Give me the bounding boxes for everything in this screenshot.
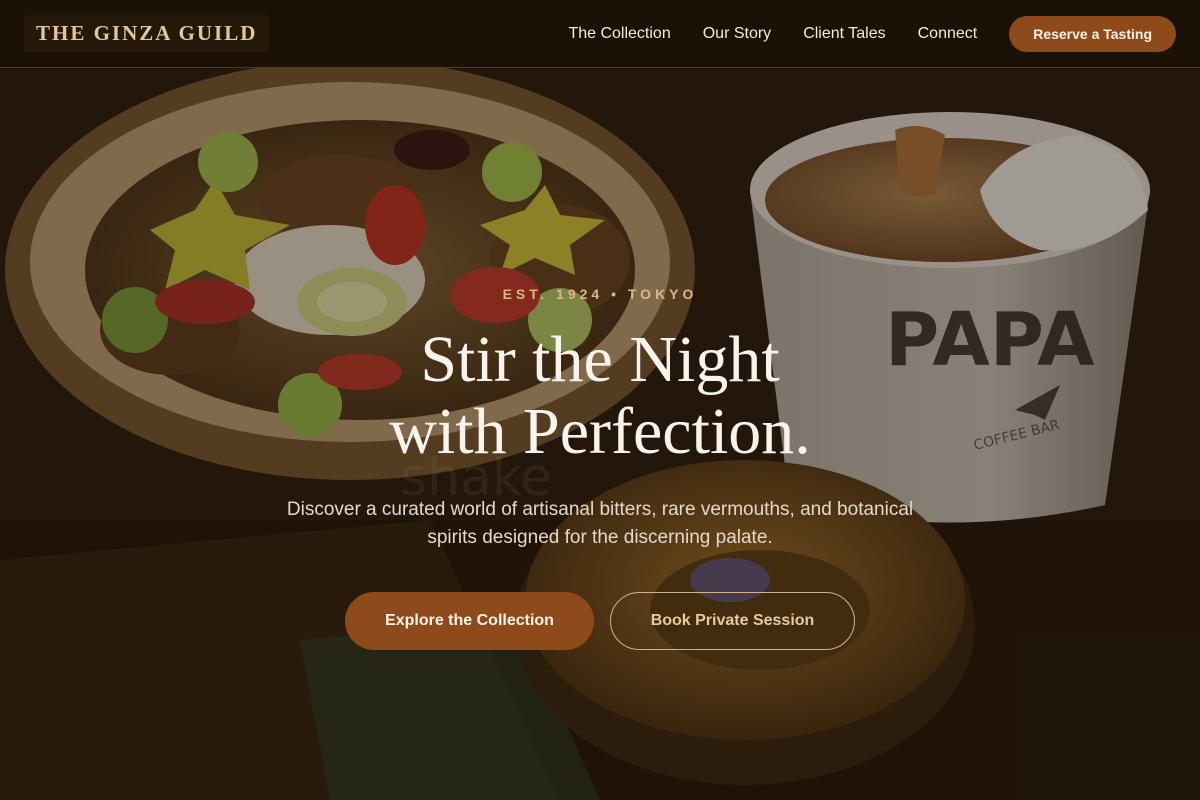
book-private-session-button[interactable]: Book Private Session (610, 592, 855, 650)
nav-link-client-tales[interactable]: Client Tales (803, 25, 885, 43)
nav-link-connect[interactable]: Connect (918, 25, 978, 43)
headline-line-1: Stir the Night (420, 323, 780, 396)
main-nav: The Collection Our Story Client Tales Co… (568, 15, 1176, 52)
reserve-tasting-button[interactable]: Reserve a Tasting (1009, 15, 1176, 52)
hero-cta-group: Explore the Collection Book Private Sess… (0, 592, 1200, 650)
explore-collection-button[interactable]: Explore the Collection (345, 592, 594, 650)
nav-link-collection[interactable]: The Collection (568, 25, 670, 43)
brand-logo[interactable]: THE GINZA GUILD (24, 15, 270, 52)
hero-subtext: Discover a curated world of artisanal bi… (286, 499, 914, 548)
hero-content: EST. 1924 • TOKYO Stir the Night with Pe… (0, 286, 1200, 650)
headline-line-2: with Perfection. (389, 395, 811, 468)
nav-link-our-story[interactable]: Our Story (703, 25, 771, 43)
top-navigation: THE GINZA GUILD The Collection Our Story… (0, 0, 1200, 68)
hero-eyebrow: EST. 1924 • TOKYO (502, 286, 698, 302)
hero-headline: Stir the Night with Perfection. (0, 324, 1200, 468)
